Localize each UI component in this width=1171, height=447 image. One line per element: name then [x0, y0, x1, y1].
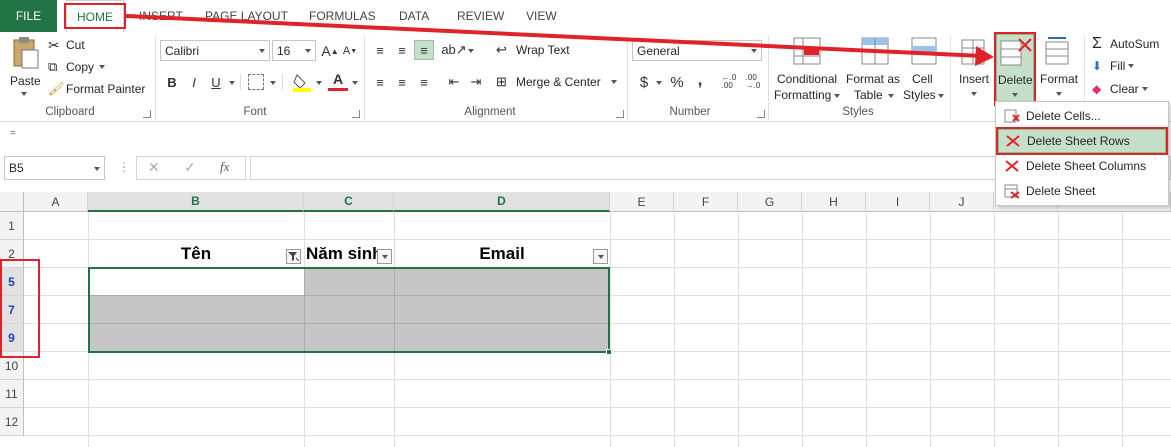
- menu-item-label: Delete Cells...: [1026, 109, 1101, 123]
- delete-rows-highlight-box: [996, 127, 1168, 155]
- menu-item-delete-cells[interactable]: Delete Cells...: [998, 104, 1166, 128]
- delete-cells-icon: [998, 108, 1026, 124]
- menu-item-delete-sheet[interactable]: Delete Sheet: [998, 179, 1166, 203]
- menu-item-label: Delete Sheet: [1026, 184, 1096, 198]
- delete-sheet-icon: [998, 183, 1026, 199]
- annotation-arrow: [125, 14, 994, 66]
- delete-columns-icon: [998, 158, 1026, 174]
- menu-item-delete-sheet-columns[interactable]: Delete Sheet Columns: [998, 154, 1166, 178]
- delete-dropdown-menu: Delete Cells... Delete Sheet Rows Delete…: [995, 101, 1169, 206]
- menu-item-label: Delete Sheet Columns: [1026, 159, 1147, 173]
